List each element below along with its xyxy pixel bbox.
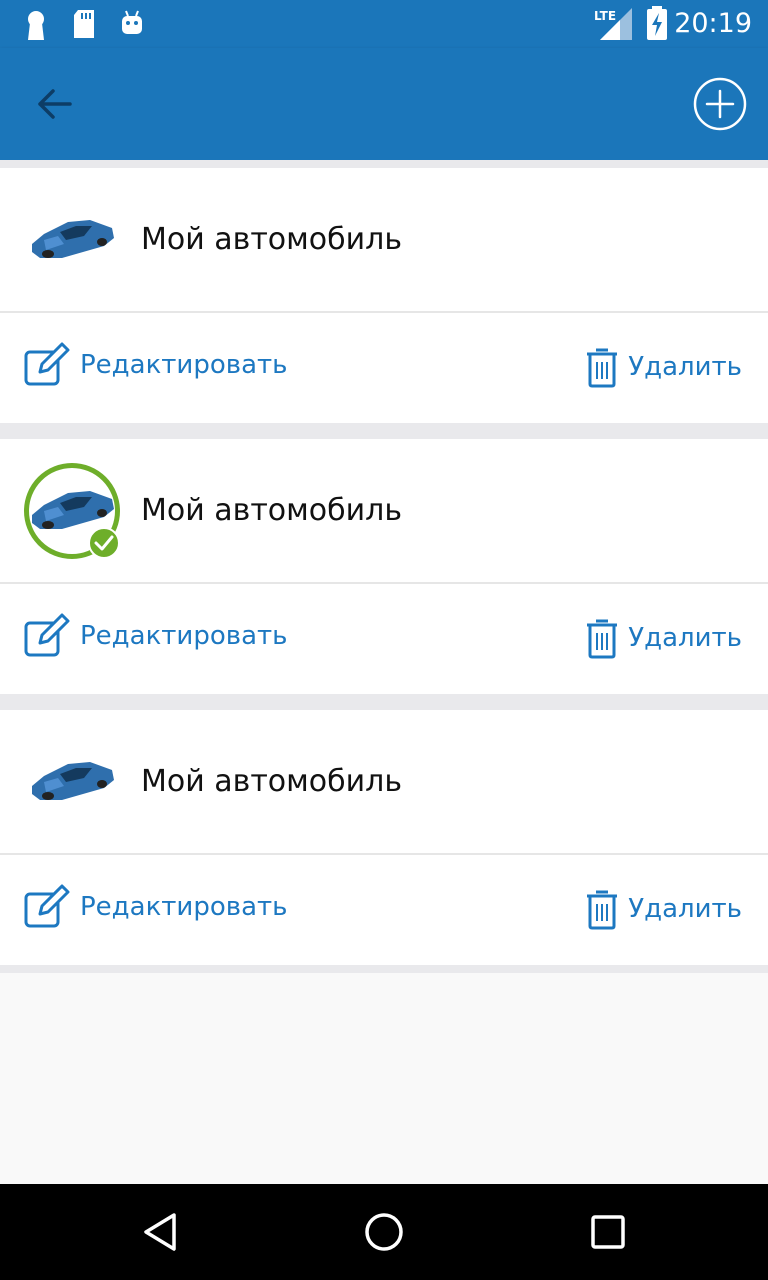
car-image-icon [32,762,114,800]
sd-card-icon [74,10,94,38]
android-icon [122,10,142,34]
car-image-icon [32,220,114,258]
back-triangle-icon [144,1213,176,1251]
arrow-left-icon [38,89,72,119]
divider [0,694,768,710]
divider [0,160,768,168]
edit-button[interactable]: Редактировать [24,341,287,389]
plus-circle-icon [693,77,747,131]
status-bar: LTE 20:19 [0,0,768,48]
delete-button[interactable]: Удалить [586,343,742,391]
navigation-bar [0,1184,768,1280]
network-label: LTE [594,9,616,23]
car-thumbnail [24,192,120,288]
trash-icon [587,348,618,388]
divider [0,965,768,973]
nav-home-button[interactable] [360,1208,408,1256]
car-thumbnail [24,734,120,830]
keyhole-icon [28,11,44,40]
app-bar [0,48,768,160]
edit-icon [24,884,70,928]
home-circle-icon [365,1213,403,1251]
recents-square-icon [591,1215,625,1249]
delete-label: Удалить [628,894,742,924]
lte-signal-icon: LTE [594,8,632,40]
edit-icon [24,613,70,657]
car-name: Мой автомобиль [141,222,403,257]
edit-button[interactable]: Редактировать [24,883,287,931]
car-card: Мой автомобиль Редактировать Удалить [0,710,768,965]
nav-recents-button[interactable] [584,1208,632,1256]
back-button[interactable] [22,78,86,130]
delete-label: Удалить [628,623,742,653]
car-actions: Редактировать Удалить [0,855,768,965]
car-card: Мой автомобиль Редактировать Удалить [0,439,768,694]
edit-label: Редактировать [80,350,288,380]
car-row[interactable]: Мой автомобиль [0,168,768,313]
nav-back-button[interactable] [136,1208,184,1256]
divider [0,423,768,439]
edit-button[interactable]: Редактировать [24,612,287,660]
delete-label: Удалить [628,352,742,382]
check-icon [94,535,114,551]
car-card: Мой автомобиль Редактировать Удалить [0,168,768,423]
car-row[interactable]: Мой автомобиль [0,710,768,855]
car-name: Мой автомобиль [141,764,403,799]
clock: 20:19 [674,8,752,39]
battery-charging-icon [647,6,667,40]
car-row-selected[interactable]: Мой автомобиль [0,439,768,584]
car-name: Мой автомобиль [141,493,403,528]
trash-icon [587,890,618,930]
car-actions: Редактировать Удалить [0,313,768,423]
delete-button[interactable]: Удалить [586,614,742,662]
delete-button[interactable]: Удалить [586,885,742,933]
selected-check-badge [88,527,120,559]
car-list: Мой автомобиль Редактировать Удалить Мой… [0,160,768,973]
car-actions: Редактировать Удалить [0,584,768,694]
edit-label: Редактировать [80,892,288,922]
edit-label: Редактировать [80,621,288,651]
trash-icon [587,619,618,659]
edit-icon [24,342,70,386]
add-car-button[interactable] [690,74,750,134]
